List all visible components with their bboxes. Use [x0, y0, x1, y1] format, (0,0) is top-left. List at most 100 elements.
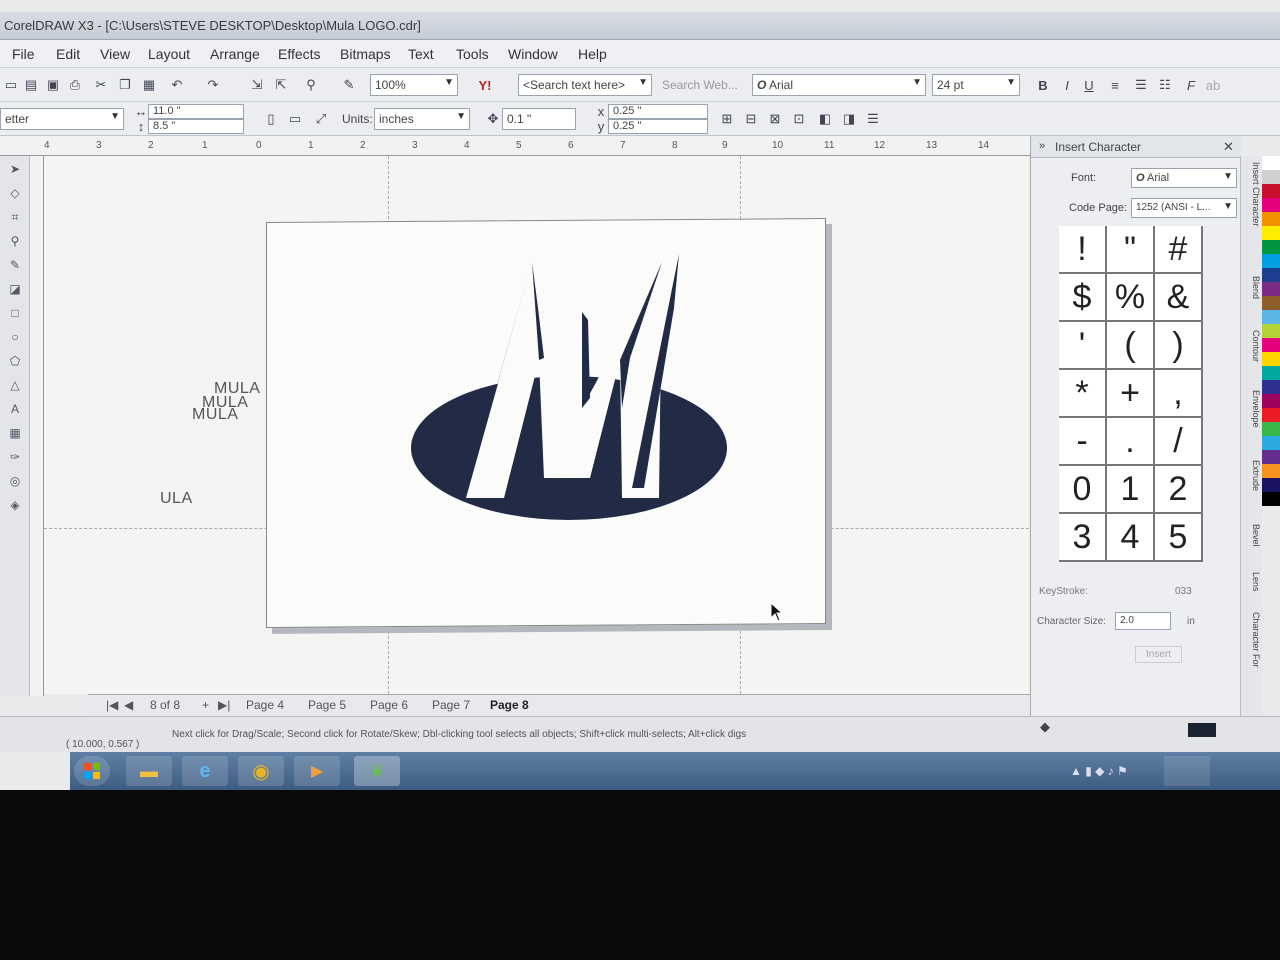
page-width-input[interactable]: 11.0 " [148, 104, 244, 119]
character-cell[interactable]: 4 [1107, 514, 1155, 562]
character-cell[interactable]: % [1107, 274, 1155, 322]
fill-tool-icon[interactable]: ◈ [8, 498, 22, 512]
yahoo-icon[interactable]: Y! [476, 76, 494, 94]
menu-text[interactable]: Text [408, 46, 434, 62]
color-swatch[interactable] [1262, 394, 1280, 408]
treat-as-filled-icon[interactable]: ◧ [816, 110, 834, 128]
menu-window[interactable]: Window [508, 46, 558, 62]
bold-icon[interactable]: B [1034, 76, 1052, 94]
zoom-level-select[interactable]: 100% ▼ [370, 74, 458, 96]
shape-tool-icon[interactable]: ◇ [8, 186, 22, 200]
new-icon[interactable]: ▭ [2, 76, 20, 94]
menu-effects[interactable]: Effects [278, 46, 321, 62]
character-size-input[interactable]: 2.0 [1115, 612, 1171, 630]
previous-page-icon[interactable]: ◀ [124, 698, 133, 712]
character-cell[interactable]: " [1107, 226, 1155, 274]
outline-indicator[interactable] [1188, 723, 1216, 737]
landscape-icon[interactable]: ▭ [286, 110, 304, 128]
outline-tool-icon[interactable]: ◎ [8, 474, 22, 488]
app-launcher-icon[interactable]: ⚲ [302, 76, 320, 94]
paste-icon[interactable]: ▦ [140, 76, 158, 94]
import-icon[interactable]: ⇲ [248, 76, 266, 94]
taskbar-explorer[interactable]: ▬ [126, 756, 172, 786]
duplicate-y-input[interactable]: 0.25 " [608, 119, 708, 134]
underline-icon[interactable]: U [1080, 76, 1098, 94]
drop-cap-icon[interactable]: ☷ [1156, 76, 1174, 94]
character-format-icon[interactable]: F [1182, 76, 1200, 94]
copy-icon[interactable]: ❐ [116, 76, 134, 94]
menu-arrange[interactable]: Arrange [210, 46, 260, 62]
color-swatch[interactable] [1262, 184, 1280, 198]
align-icon[interactable]: ≡ [1106, 76, 1124, 94]
taskbar-internet-explorer[interactable]: e [182, 756, 228, 786]
color-swatch[interactable] [1262, 226, 1280, 240]
tab-page-6[interactable]: Page 6 [370, 698, 408, 712]
tab-insert-character[interactable]: Insert Character [1243, 162, 1261, 227]
color-swatch[interactable] [1262, 310, 1280, 324]
menu-layout[interactable]: Layout [148, 46, 190, 62]
color-swatch[interactable] [1262, 478, 1280, 492]
color-swatch[interactable] [1262, 450, 1280, 464]
open-icon[interactable]: ▤ [22, 76, 40, 94]
tab-page-4[interactable]: Page 4 [246, 698, 284, 712]
character-cell[interactable]: ( [1107, 322, 1155, 370]
clock[interactable] [1164, 756, 1210, 786]
redo-icon[interactable]: ↷ [204, 76, 222, 94]
draw-mode-icon[interactable]: ◨ [840, 110, 858, 128]
text-tool-icon[interactable]: A [8, 402, 22, 416]
code-page-select[interactable]: 1252 (ANSI - L... ▼ [1131, 198, 1237, 218]
search-web-button[interactable]: Search Web... [662, 78, 738, 92]
print-icon[interactable]: ⎙ [66, 76, 84, 94]
character-cell[interactable]: ! [1059, 226, 1107, 274]
color-swatch[interactable] [1262, 268, 1280, 282]
scale-icon[interactable]: ⤢ [312, 110, 330, 128]
crop-tool-icon[interactable]: ⌗ [8, 210, 22, 224]
color-swatch[interactable] [1262, 170, 1280, 184]
portrait-icon[interactable]: ▯ [262, 110, 280, 128]
font-size-select[interactable]: 24 pt ▼ [932, 74, 1020, 96]
first-page-icon[interactable]: |◀ [106, 698, 118, 712]
color-swatch[interactable] [1262, 352, 1280, 366]
menu-file[interactable]: File [12, 46, 35, 62]
taskbar-coreldraw[interactable]: ❦ [354, 756, 400, 786]
character-cell[interactable]: 0 [1059, 466, 1107, 514]
rectangle-tool-icon[interactable]: □ [8, 306, 22, 320]
units-select[interactable]: inches ▼ [374, 108, 470, 130]
menu-view[interactable]: View [100, 46, 130, 62]
table-tool-icon[interactable]: ▦ [8, 426, 22, 440]
snap-grid-icon[interactable]: ⊞ [718, 110, 736, 128]
color-swatch[interactable] [1262, 324, 1280, 338]
docker-collapse-icon[interactable]: » [1039, 140, 1045, 152]
tab-page-7[interactable]: Page 7 [432, 698, 470, 712]
ellipse-tool-icon[interactable]: ○ [8, 330, 22, 344]
menu-help[interactable]: Help [578, 46, 607, 62]
nudge-input[interactable]: 0.1 " [502, 108, 576, 130]
add-page-icon[interactable]: + [202, 698, 209, 712]
basic-shapes-tool-icon[interactable]: △ [8, 378, 22, 392]
color-swatch[interactable] [1262, 422, 1280, 436]
polygon-tool-icon[interactable]: ⬠ [8, 354, 22, 368]
search-input[interactable]: <Search text here> ▼ [518, 74, 652, 96]
tab-page-5[interactable]: Page 5 [308, 698, 346, 712]
color-swatch[interactable] [1262, 282, 1280, 296]
tab-character-formatting[interactable]: Character For [1243, 612, 1261, 668]
pick-tool-icon[interactable]: ➤ [8, 162, 22, 176]
cut-icon[interactable]: ✂ [92, 76, 110, 94]
color-swatch[interactable] [1262, 366, 1280, 380]
tab-extrude[interactable]: Extrude [1243, 460, 1261, 491]
dynamic-guides-icon[interactable]: ⊡ [790, 110, 808, 128]
character-cell[interactable]: * [1059, 370, 1107, 418]
taskbar-chrome[interactable]: ◉ [238, 756, 284, 786]
menu-tools[interactable]: Tools [456, 46, 489, 62]
color-swatch[interactable] [1262, 436, 1280, 450]
edit-text-icon[interactable]: ab [1204, 76, 1222, 94]
tab-bevel[interactable]: Bevel [1243, 524, 1261, 547]
character-cell[interactable]: # [1155, 226, 1203, 274]
italic-icon[interactable]: I [1058, 76, 1076, 94]
canvas-text[interactable]: MULA [192, 406, 238, 424]
eyedropper-tool-icon[interactable]: ✑ [8, 450, 22, 464]
character-cell[interactable]: 2 [1155, 466, 1203, 514]
fill-indicator-icon[interactable]: ◆ [1040, 719, 1050, 735]
color-swatch[interactable] [1262, 296, 1280, 310]
character-cell[interactable]: & [1155, 274, 1203, 322]
